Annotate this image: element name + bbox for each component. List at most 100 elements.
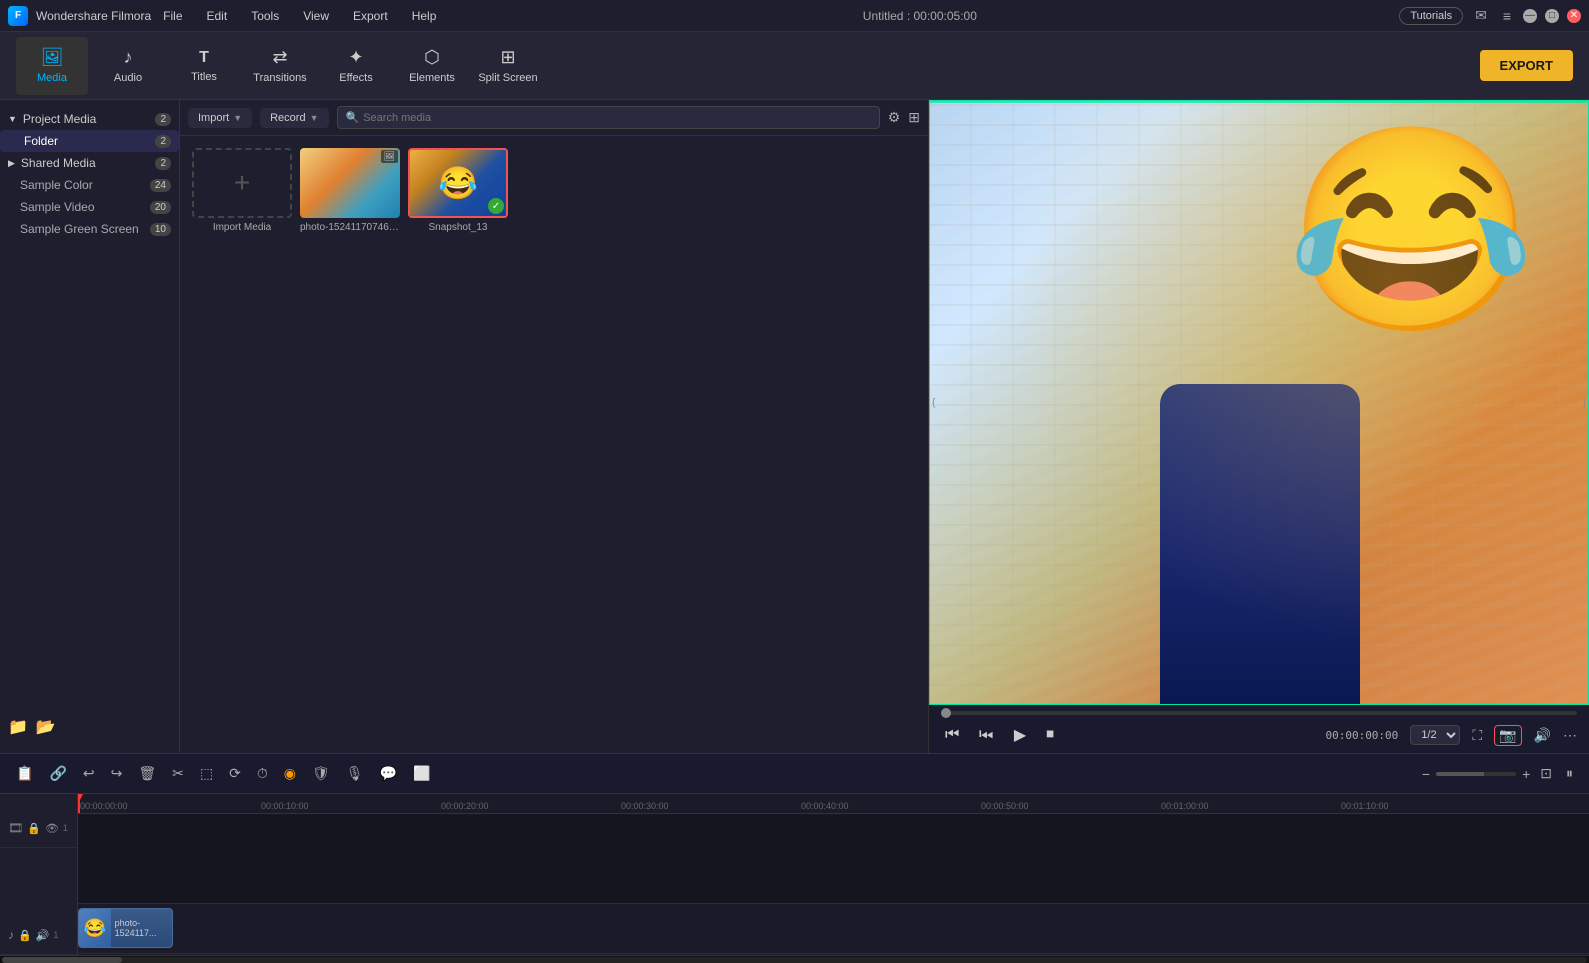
toolbar: 🖼 Media ♪ Audio T Titles ⇄ Transitions ✦… — [0, 32, 1589, 100]
scroll-track[interactable] — [2, 957, 1587, 963]
app-name: Wondershare Filmora — [36, 9, 151, 23]
toolbar-elements-label: Elements — [409, 72, 455, 84]
maximize-button[interactable]: □ — [1545, 9, 1559, 23]
zoom-out-button[interactable]: − — [1422, 766, 1430, 782]
voice-button[interactable]: 🎙 — [342, 763, 368, 784]
video-clip[interactable]: 😂 photo-1524117... — [78, 908, 173, 948]
sidebar-project-media[interactable]: ▼ Project Media 2 — [0, 108, 179, 130]
zoom-slider[interactable] — [1436, 772, 1516, 776]
stop-button[interactable]: ⏹ — [1042, 724, 1058, 746]
title-bar: F Wondershare Filmora File Edit Tools Vi… — [0, 0, 1589, 32]
menu-tools[interactable]: Tools — [247, 7, 283, 25]
fullscreen-button[interactable]: ⛶ — [1472, 727, 1482, 744]
scroll-thumb[interactable] — [2, 957, 122, 963]
scrubber-thumb[interactable] — [941, 708, 951, 718]
import-button[interactable]: Import ▼ — [188, 108, 252, 128]
stabilize-button[interactable]: 🛡 — [308, 763, 334, 784]
media-icon: 🖼 — [41, 47, 64, 68]
toolbar-titles-label: Titles — [191, 71, 217, 83]
sidebar-sample-color[interactable]: Sample Color 24 — [0, 174, 179, 196]
ruler-mark-7: 00:01:10:00 — [1341, 801, 1389, 811]
toolbar-elements[interactable]: ⬡ Elements — [396, 37, 468, 95]
rotate-button[interactable]: ⟳ — [225, 763, 245, 784]
sidebar-sample-video[interactable]: Sample Video 20 — [0, 196, 179, 218]
timeline-body: 🎞 🔒 👁 1 ♪ 🔒 🔊 1 00:00:00:00 00:00:10:00 … — [0, 794, 1589, 955]
emoji-balloon: 😂 — [1286, 131, 1535, 331]
sidebar: ▼ Project Media 2 Folder 2 ▶ Shared Medi… — [0, 100, 180, 753]
lock-audio-icon[interactable]: 🔒 — [18, 929, 32, 942]
cut-button[interactable]: ✂ — [168, 763, 188, 784]
new-folder-button[interactable]: 📁 — [8, 717, 28, 737]
media-item-photo1[interactable]: 🖼 photo-15241170746881-... — [300, 148, 400, 233]
top-track-area — [78, 814, 1589, 904]
horizontal-scrollbar[interactable] — [0, 955, 1589, 963]
sidebar-folder[interactable]: Folder 2 — [0, 130, 179, 152]
preview-scrubber[interactable] — [941, 711, 1577, 715]
ripple-button[interactable]: ⏸ — [1562, 763, 1577, 784]
color-button[interactable]: ◉ — [280, 763, 300, 784]
eye-video-icon[interactable]: 👁 — [45, 822, 59, 835]
sidebar-folder-active-name: Folder — [24, 134, 149, 148]
delete-button[interactable]: 🗑 — [134, 763, 160, 784]
audio-track-icon: ♪ — [8, 928, 14, 942]
toolbar-audio[interactable]: ♪ Audio — [92, 37, 164, 95]
volume-audio-icon[interactable]: 🔊 — [36, 929, 50, 942]
toolbar-transitions[interactable]: ⇄ Transitions — [244, 37, 316, 95]
left-marker: { — [932, 397, 935, 408]
toolbar-splitscreen-label: Split Screen — [478, 72, 537, 84]
close-button[interactable]: ✕ — [1567, 9, 1581, 23]
sidebar-shared-media[interactable]: ▶ Shared Media 2 — [0, 152, 179, 174]
import-media-item[interactable]: + Import Media — [192, 148, 292, 233]
add-media-button[interactable]: 📋 — [12, 763, 37, 784]
subtitle-button[interactable]: 💬 — [376, 763, 401, 784]
redo-button[interactable]: ↪ — [107, 763, 127, 784]
minimize-button[interactable]: — — [1523, 9, 1537, 23]
tutorials-button[interactable]: Tutorials — [1399, 7, 1463, 25]
menu-edit[interactable]: Edit — [203, 7, 232, 25]
sidebar-folder-name: Project Media — [23, 112, 150, 126]
folder-open-button[interactable]: 📂 — [36, 717, 56, 737]
sidebar-sample-greenscreen[interactable]: Sample Green Screen 10 — [0, 218, 179, 240]
menu-help[interactable]: Help — [408, 7, 441, 25]
timeline-playhead[interactable] — [78, 794, 80, 813]
export-button[interactable]: EXPORT — [1480, 50, 1573, 81]
link-button[interactable]: 🔗 — [45, 763, 70, 784]
import-label: Import — [198, 112, 229, 124]
play-button[interactable]: ▶ — [1010, 723, 1030, 747]
person-silhouette — [1160, 384, 1360, 704]
volume-button[interactable]: 🔊 — [1534, 727, 1551, 744]
playback-speed-select[interactable]: 1/2 1/4 1 — [1410, 725, 1460, 745]
overlay-button[interactable]: ⬜ — [409, 763, 434, 784]
snap13-label: Snapshot_13 — [429, 222, 488, 233]
media-item-snap13[interactable]: 😂 ✓ Snapshot_13 — [408, 148, 508, 233]
grid-toggle-button[interactable]: ⊞ — [908, 109, 920, 126]
fit-button[interactable]: ⊡ — [1536, 763, 1556, 784]
sidebar-count-1: 2 — [155, 135, 171, 148]
record-button[interactable]: Record ▼ — [260, 108, 328, 128]
rewind-button[interactable]: ⏮ — [941, 724, 963, 746]
speed-button[interactable]: ⏱ — [253, 763, 272, 784]
toolbar-media[interactable]: 🖼 Media — [16, 37, 88, 95]
toolbar-titles[interactable]: T Titles — [168, 37, 240, 95]
zoom-in-button[interactable]: + — [1522, 766, 1530, 782]
message-icon[interactable]: ✉ — [1471, 5, 1491, 26]
more-button[interactable]: ⋯ — [1563, 727, 1577, 744]
import-thumb[interactable]: + — [192, 148, 292, 218]
sidebar-count-3: 24 — [150, 179, 171, 192]
filter-button[interactable]: ⚙ — [888, 109, 901, 126]
toolbar-effects[interactable]: ✦ Effects — [320, 37, 392, 95]
sidebar-count-0: 2 — [155, 113, 171, 126]
toolbar-splitscreen[interactable]: ⊞ Split Screen — [472, 37, 544, 95]
menu-view[interactable]: View — [299, 7, 333, 25]
menu-file[interactable]: File — [159, 7, 186, 25]
ruler-mark-3: 00:00:30:00 — [621, 801, 669, 811]
step-back-button[interactable]: ⏭ — [975, 724, 997, 746]
lock-video-icon[interactable]: 🔒 — [27, 822, 41, 835]
menu-icon[interactable]: ≡ — [1499, 6, 1515, 26]
clip-thumbnail: 😂 — [79, 909, 111, 947]
snapshot-button[interactable]: 📷 — [1494, 725, 1521, 746]
search-input[interactable] — [363, 112, 871, 124]
undo-button[interactable]: ↩ — [79, 763, 99, 784]
crop-button[interactable]: ⬚ — [196, 763, 217, 784]
menu-export[interactable]: Export — [349, 7, 392, 25]
